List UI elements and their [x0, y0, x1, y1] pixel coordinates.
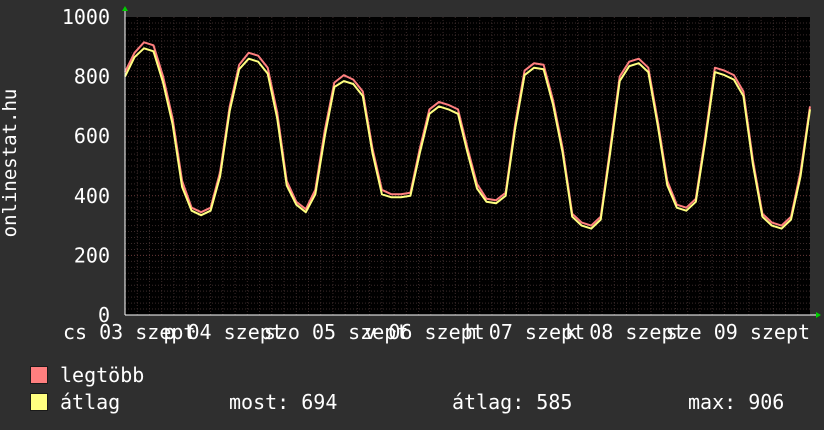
legend-item-atlag: átlag — [30, 390, 120, 414]
x-axis-arrow — [816, 312, 821, 318]
legend-label-legtobb: legtöbb — [60, 363, 145, 387]
stat-max: max: 906 — [688, 390, 785, 414]
y-tick-label: 1000 — [62, 5, 110, 29]
legend-swatch-legtobb — [30, 366, 48, 384]
y-axis-label: onlinestat.hu — [0, 88, 21, 238]
stat-current: most: 694 — [229, 390, 338, 414]
y-tick-label: 600 — [74, 124, 110, 148]
y-tick-label: 800 — [74, 65, 110, 89]
stat-average: átlag: 585 — [452, 390, 573, 414]
y-axis-arrow — [122, 6, 128, 11]
x-tick-label: sze 09 szept — [666, 320, 811, 344]
legend-swatch-atlag — [30, 393, 48, 411]
legend-item-legtobb: legtöbb — [30, 363, 144, 387]
legend-label-atlag: átlag — [60, 390, 121, 414]
y-tick-label: 200 — [74, 243, 110, 267]
y-tick-label: 400 — [74, 184, 110, 208]
